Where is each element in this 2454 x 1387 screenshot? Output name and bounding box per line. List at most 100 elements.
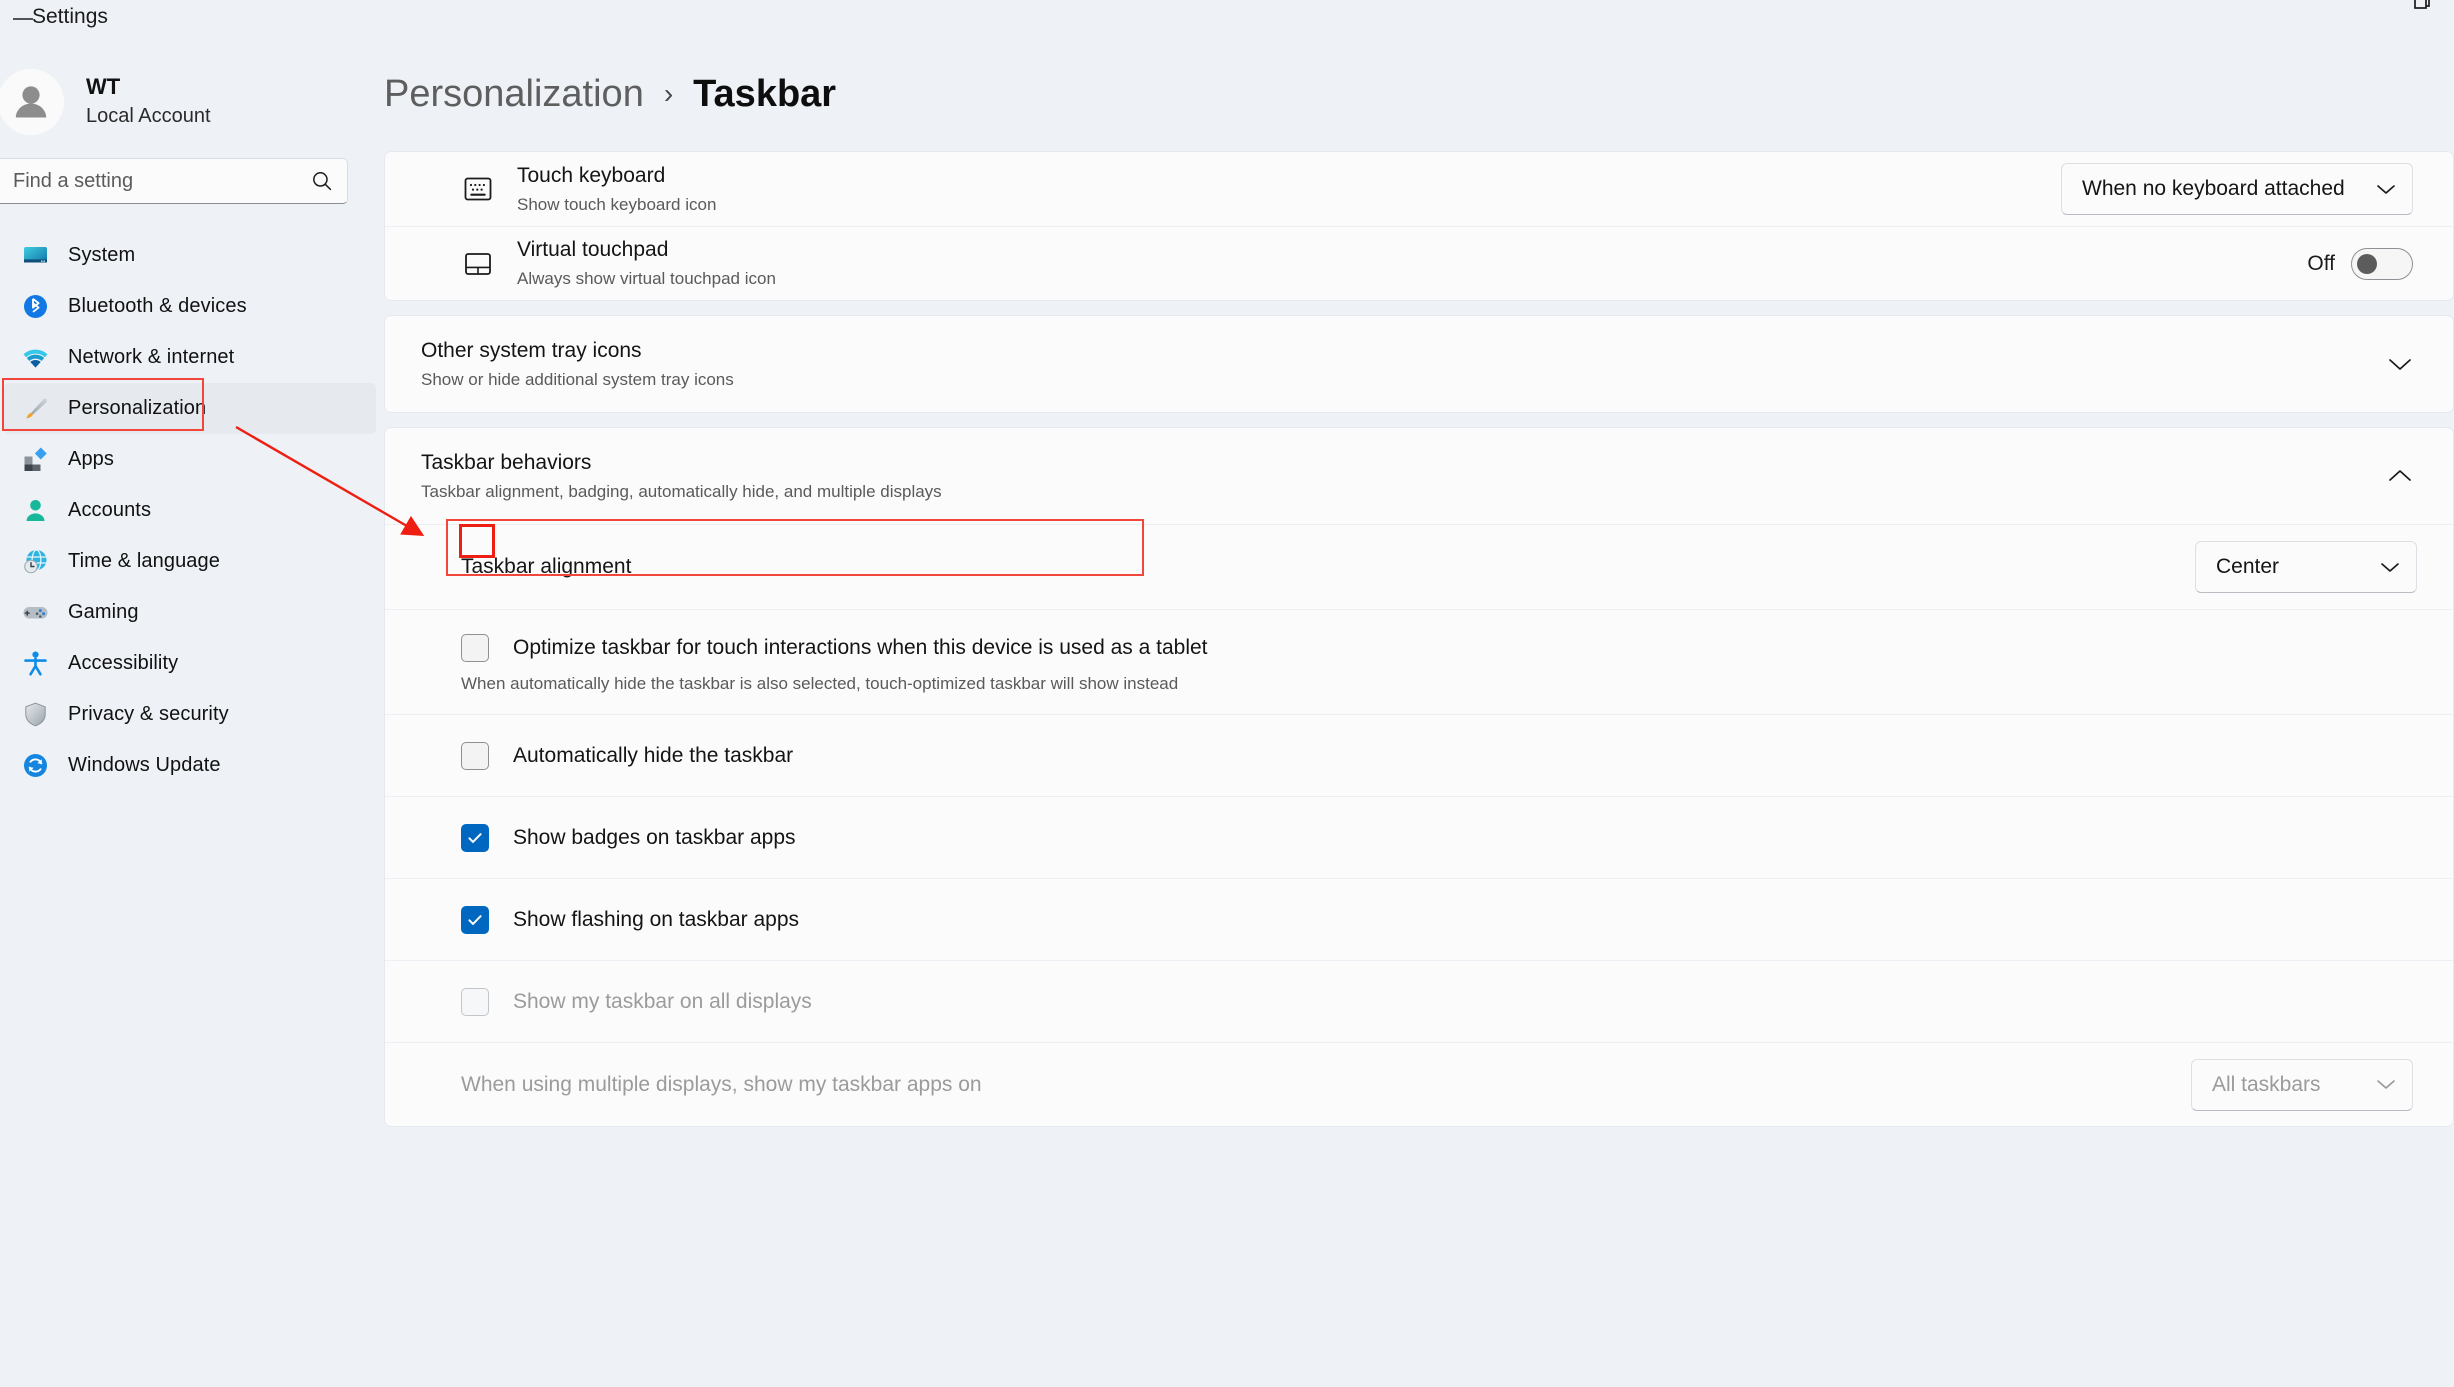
sidebar-item-gaming[interactable]: Gaming — [4, 587, 376, 638]
checkbox-show-flashing[interactable] — [461, 905, 489, 934]
chevron-down-icon — [2376, 1078, 2396, 1091]
sidebar-item-system[interactable]: System — [4, 230, 376, 281]
card-taskbar-behaviors: Taskbar behaviors Taskbar alignment, bad… — [384, 427, 2454, 1127]
multi-display-label: When using multiple displays, show my ta… — [461, 1072, 982, 1096]
sidebar-item-label: Apps — [68, 448, 114, 470]
chevron-down-icon — [2376, 183, 2396, 196]
touch-keyboard-icon — [461, 175, 517, 203]
checkbox-label: Show my taskbar on all displays — [513, 989, 812, 1013]
sidebar-item-time-language[interactable]: Time & language — [4, 536, 376, 587]
expander-text: Taskbar behaviors Taskbar alignment, bad… — [421, 448, 2387, 504]
chevron-up-icon[interactable] — [2387, 468, 2413, 484]
accessibility-icon — [16, 650, 54, 677]
settings-cards: Touch keyboard Show touch keyboard icon … — [384, 151, 2454, 1141]
row-touch-keyboard[interactable]: Touch keyboard Show touch keyboard icon … — [385, 152, 2453, 226]
apps-icon — [16, 446, 54, 473]
title-bar: Settings — [0, 0, 2454, 34]
touch-keyboard-dropdown[interactable]: When no keyboard attached — [2061, 163, 2413, 215]
search-icon[interactable] — [311, 170, 333, 192]
row-title: Touch keyboard — [517, 163, 666, 187]
row-optimize-taskbar-touch[interactable]: Optimize taskbar for touch interactions … — [385, 609, 2453, 714]
sidebar-item-personalization[interactable]: Personalization — [4, 383, 376, 434]
taskbar-behaviors-subrows: Taskbar alignment Center Optimize taskba… — [385, 524, 2453, 1126]
virtual-touchpad-right: Off — [2307, 247, 2413, 280]
checkbox-show-badges[interactable] — [461, 823, 489, 852]
multi-display-dropdown: All taskbars — [2191, 1058, 2413, 1111]
checkbox-label: Automatically hide the taskbar — [513, 743, 794, 767]
update-refresh-icon — [16, 752, 54, 779]
checkbox-subtext: When automatically hide the taskbar is a… — [461, 674, 1179, 693]
toggle-knob — [2357, 253, 2377, 274]
row-multi-display-apps: When using multiple displays, show my ta… — [385, 1042, 2453, 1126]
row-title: Virtual touchpad — [517, 238, 669, 261]
sidebar-item-network-internet[interactable]: Network & internet — [4, 332, 376, 383]
taskbar-alignment-right: Center — [2195, 541, 2417, 593]
virtual-touchpad-toggle[interactable] — [2351, 247, 2413, 280]
bluetooth-icon — [16, 293, 54, 320]
taskbar-alignment-dropdown[interactable]: Center — [2195, 541, 2417, 593]
monitor-icon — [16, 242, 54, 269]
sidebar-item-label: Gaming — [68, 601, 139, 623]
row-subtitle: Show touch keyboard icon — [517, 194, 717, 214]
account-summary[interactable]: WT Local Account — [0, 48, 384, 156]
row-taskbar-alignment: Taskbar alignment Center — [385, 525, 2453, 609]
sidebar-nav: System Bluetooth & devices Network & int… — [0, 230, 384, 791]
expander-title: Taskbar behaviors — [421, 451, 592, 474]
checkbox-auto-hide-taskbar[interactable] — [461, 741, 489, 770]
expander-subtitle: Show or hide additional system tray icon… — [421, 370, 734, 389]
checkbox-show-on-all-displays — [461, 987, 489, 1016]
touch-keyboard-text: Touch keyboard Show touch keyboard icon — [517, 162, 2061, 217]
chevron-down-icon[interactable] — [2387, 356, 2413, 372]
taskbar-alignment-label: Taskbar alignment — [461, 555, 632, 578]
row-subtitle: Always show virtual touchpad icon — [517, 269, 776, 288]
sidebar-item-privacy-security[interactable]: Privacy & security — [4, 689, 376, 740]
row-auto-hide-taskbar[interactable]: Automatically hide the taskbar — [385, 714, 2453, 796]
checkbox-label: Optimize taskbar for touch interactions … — [513, 636, 1208, 659]
touch-keyboard-right: When no keyboard attached — [2061, 163, 2413, 215]
window-title: Settings — [32, 5, 108, 28]
sidebar-item-label: Personalization — [68, 397, 207, 419]
row-virtual-touchpad[interactable]: Virtual touchpad Always show virtual tou… — [385, 226, 2453, 300]
expander-taskbar-behaviors[interactable]: Taskbar behaviors Taskbar alignment, bad… — [385, 428, 2453, 524]
sidebar-item-label: System — [68, 244, 136, 266]
content-area: Personalization › Taskbar Touch keyboard… — [384, 34, 2454, 1387]
window-controls — [2392, 0, 2454, 20]
sidebar-item-label: Network & internet — [68, 346, 235, 368]
dropdown-value: When no keyboard attached — [2082, 177, 2345, 200]
sidebar-item-bluetooth-devices[interactable]: Bluetooth & devices — [4, 281, 376, 332]
sidebar-item-accounts[interactable]: Accounts — [4, 485, 376, 536]
expander-other-system-tray-icons[interactable]: Other system tray icons Show or hide add… — [385, 316, 2453, 412]
globe-clock-icon — [16, 548, 54, 575]
row-show-badges[interactable]: Show badges on taskbar apps — [385, 796, 2453, 878]
multi-display-right: All taskbars — [2191, 1058, 2413, 1111]
restore-window-icon[interactable] — [2392, 0, 2454, 20]
sidebar: WT Local Account System — [0, 34, 384, 1387]
expander-title: Other system tray icons — [421, 339, 642, 362]
person-icon — [16, 497, 54, 524]
dropdown-value: Center — [2216, 555, 2280, 578]
checkbox-optimize-taskbar-touch[interactable] — [461, 634, 489, 662]
paintbrush-icon — [16, 395, 54, 422]
optimize-checkbox-line[interactable]: Optimize taskbar for touch interactions … — [385, 634, 2453, 662]
search-input[interactable] — [13, 169, 311, 193]
settings-window: Settings WT Local Account Find a setting… — [0, 0, 2454, 1387]
row-show-flashing[interactable]: Show flashing on taskbar apps — [385, 878, 2453, 960]
breadcrumb: Personalization › Taskbar — [384, 64, 836, 124]
breadcrumb-parent[interactable]: Personalization — [384, 73, 644, 116]
sidebar-item-label: Accessibility — [68, 652, 179, 674]
sidebar-item-apps[interactable]: Apps — [4, 434, 376, 485]
sidebar-item-label: Windows Update — [68, 754, 221, 776]
chevron-down-icon — [2380, 561, 2400, 574]
virtual-touchpad-toggle-group[interactable]: Off — [2307, 247, 2413, 280]
account-text: WT Local Account — [86, 74, 211, 130]
page-title: Taskbar — [693, 72, 837, 115]
expander-subtitle: Taskbar alignment, badging, automaticall… — [421, 482, 942, 501]
shield-icon — [16, 701, 54, 728]
sidebar-item-label: Bluetooth & devices — [68, 295, 247, 317]
sidebar-item-accessibility[interactable]: Accessibility — [4, 638, 376, 689]
sidebar-item-windows-update[interactable]: Windows Update — [4, 740, 376, 791]
search-box[interactable] — [0, 158, 348, 204]
checkbox-label: Show badges on taskbar apps — [513, 825, 796, 849]
user-avatar-icon — [0, 69, 64, 135]
sidebar-item-label: Accounts — [68, 499, 152, 521]
